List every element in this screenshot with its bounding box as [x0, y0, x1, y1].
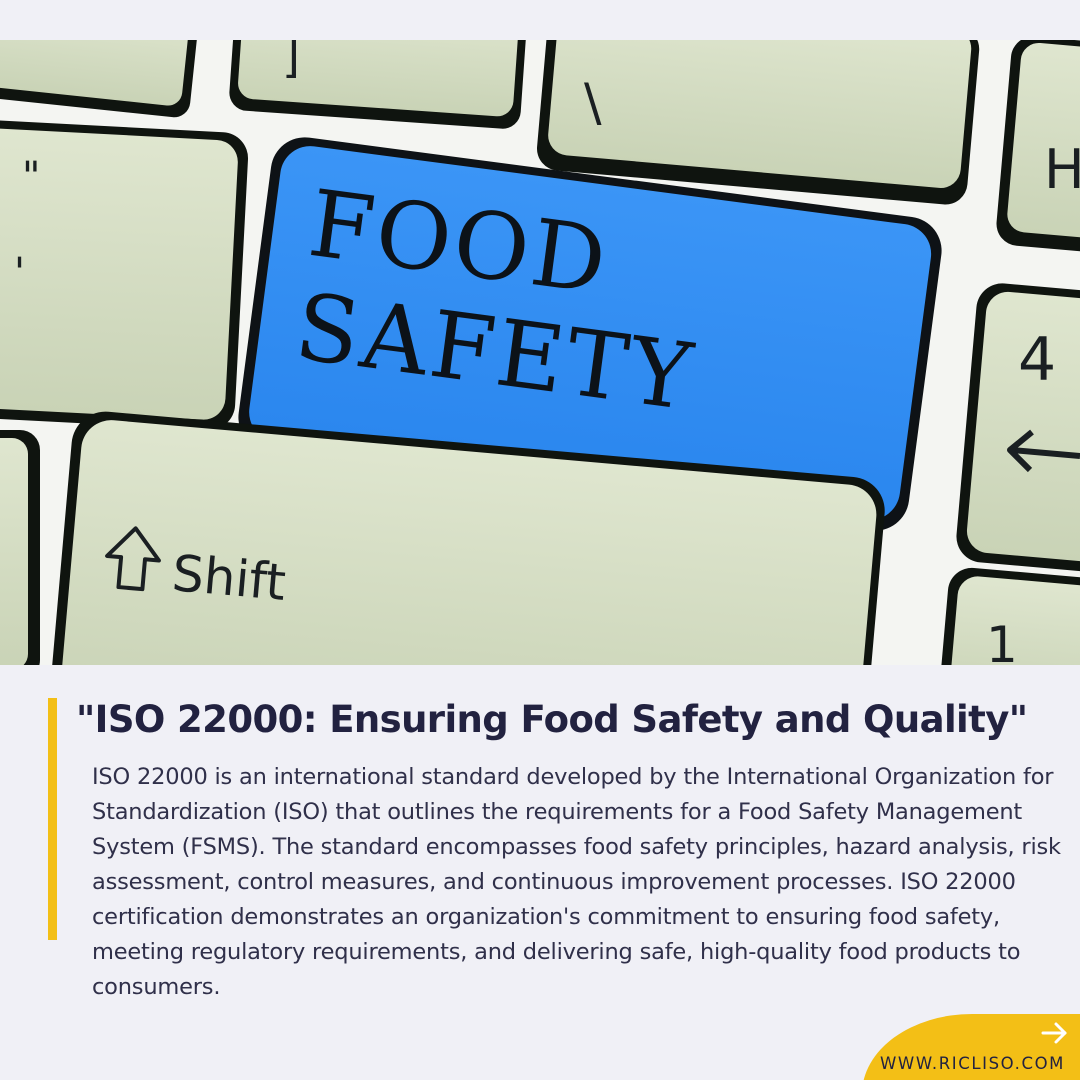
key-glyph-backslash: \: [584, 73, 602, 133]
keyboard-illustration: ] \ H " ' FOOD SAFETY 4 Shift 1: [0, 40, 1080, 665]
hero-keyboard-image: ] \ H " ' FOOD SAFETY 4 Shift 1: [0, 40, 1080, 665]
right-arrow-icon[interactable]: [1040, 1018, 1070, 1048]
key-glyph-four: 4: [1018, 325, 1056, 395]
key-glyph-quote: ": [22, 154, 40, 200]
key-quote: " ': [0, 120, 249, 430]
key-glyph-h: H: [1044, 138, 1080, 201]
website-link[interactable]: WWW.RICLISO.COM: [880, 1054, 1080, 1073]
key-left-bottom: [0, 430, 40, 665]
key-one: 1: [939, 567, 1080, 665]
key-glyph-one: 1: [986, 616, 1018, 665]
accent-bar: [48, 698, 57, 940]
post-card: ] \ H " ' FOOD SAFETY 4 Shift 1 "ISO 220…: [0, 0, 1080, 1080]
key-glyph-bracket: ]: [282, 40, 300, 83]
article-body: ISO 22000 is an international standard d…: [92, 764, 1061, 1000]
key-label-shift: Shift: [170, 544, 288, 612]
article-title: "ISO 22000: Ensuring Food Safety and Qua…: [76, 698, 1028, 741]
key-glyph-apostrophe: ': [14, 250, 25, 296]
